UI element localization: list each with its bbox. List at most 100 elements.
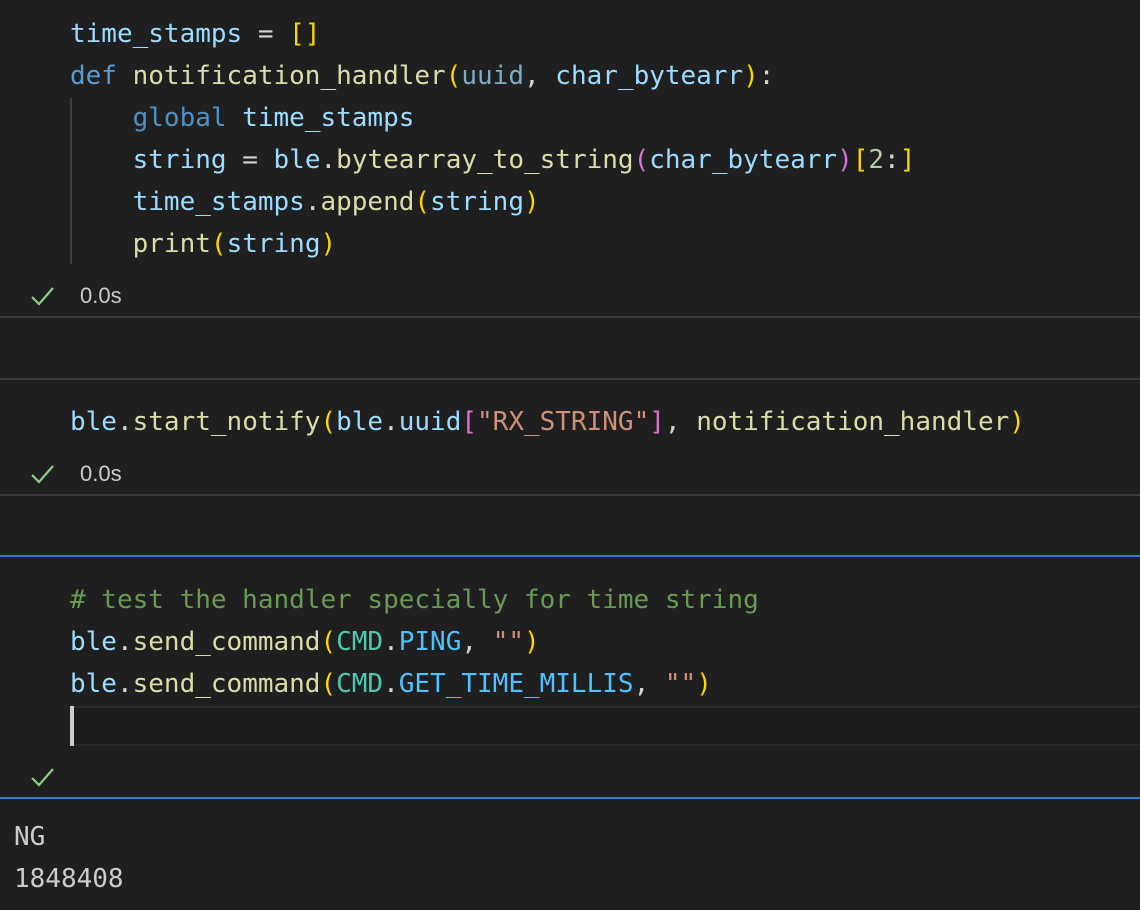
code-token: send_command [132, 669, 321, 699]
code-token: : [758, 61, 775, 91]
code-token: "RX_STRING" [477, 407, 650, 437]
code-token: : [884, 145, 900, 175]
code-token: 2 [868, 145, 885, 175]
code-line[interactable]: ble.send_command(CMD.GET_TIME_MILLIS, ""… [70, 664, 712, 704]
code-token: ( [320, 407, 337, 437]
code-token: ] [649, 407, 665, 437]
code-token: , [461, 627, 493, 657]
code-token: global [132, 103, 227, 133]
code-token: ble [70, 407, 117, 437]
code-token: "" [492, 627, 524, 657]
code-token: ) [837, 145, 853, 175]
code-token: bytearray_to_string [336, 145, 634, 175]
execution-time: 0.0s [80, 283, 122, 308]
code-token: print [132, 229, 211, 259]
cell-divider [0, 378, 1140, 380]
code-token: CMD [336, 627, 384, 657]
code-token: notification_handler [132, 61, 446, 91]
code-token: ( [320, 669, 337, 699]
code-token: ble [336, 407, 384, 437]
code-token: time_stamps [132, 187, 305, 217]
code-token: ) [743, 61, 759, 91]
code-line[interactable]: time_stamps.append(string) [70, 182, 540, 222]
code-token: string [430, 187, 524, 217]
code-token: ble [70, 669, 117, 699]
code-token: ( [445, 61, 462, 91]
code-token: = [226, 145, 274, 175]
code-token: time_stamps [242, 103, 415, 133]
code-token: append [320, 187, 415, 217]
code-line[interactable]: print(string) [70, 224, 337, 264]
focused-cell-border-top [0, 555, 1140, 557]
output-line: 1848408 [14, 864, 124, 894]
code-token: string [226, 229, 321, 259]
code-token: , [523, 61, 556, 91]
code-token: time_stamps [70, 19, 243, 49]
code-token: . [383, 669, 399, 699]
code-token: ) [696, 669, 712, 699]
code-token: char_bytearr [555, 61, 744, 91]
code-token: ( [633, 145, 650, 175]
focused-cell-border-bottom [0, 797, 1140, 799]
check-icon [31, 465, 54, 484]
code-line[interactable]: ble.send_command(CMD.PING, "") [70, 622, 540, 662]
code-token: ] [899, 145, 916, 175]
code-token: notification_handler [696, 407, 1010, 437]
code-token: ( [210, 229, 227, 259]
code-token: [ [852, 145, 869, 175]
code-token: . [116, 627, 133, 657]
code-token: ( [320, 627, 337, 657]
code-token: , [633, 669, 665, 699]
text-cursor [70, 706, 74, 746]
check-icon [31, 287, 54, 306]
code-token: ble [273, 145, 321, 175]
cell-divider [0, 494, 1140, 496]
code-token: [] [289, 19, 321, 49]
code-token: . [383, 407, 399, 437]
code-token: ble [70, 627, 117, 657]
code-token: start_notify [132, 407, 321, 437]
code-token: . [116, 407, 133, 437]
code-token: char_bytearr [649, 145, 838, 175]
code-line[interactable]: global time_stamps [70, 98, 415, 138]
code-token: ) [320, 229, 337, 259]
cell-status: 0.0s [28, 454, 122, 494]
code-token: . [116, 669, 133, 699]
code-token: send_command [132, 627, 321, 657]
code-line[interactable]: string = ble.bytearray_to_string(char_by… [70, 140, 916, 180]
code-token: CMD [336, 669, 384, 699]
code-token: . [320, 145, 337, 175]
code-token: . [304, 187, 321, 217]
code-token: ) [524, 627, 540, 657]
code-line[interactable]: ble.start_notify(ble.uuid["RX_STRING"], … [70, 402, 1025, 442]
code-token: , [664, 407, 697, 437]
code-token: uuid [461, 61, 524, 91]
cell-status [28, 757, 80, 797]
execution-time: 0.0s [80, 461, 122, 486]
code-token: string [132, 145, 227, 175]
code-token: "" [664, 669, 697, 699]
cell-divider [0, 316, 1140, 318]
code-token: ) [523, 187, 540, 217]
code-token: def [70, 61, 117, 91]
code-token: GET_TIME_MILLIS [398, 669, 634, 699]
code-token: . [383, 627, 399, 657]
code-token: PING [398, 627, 462, 657]
active-line-highlight[interactable] [70, 706, 1140, 746]
code-token: uuid [398, 407, 462, 437]
code-token: # test the handler specially for time st… [70, 585, 759, 615]
output-line: NG [14, 822, 46, 852]
code-token: [ [461, 407, 478, 437]
code-token: ) [1009, 407, 1025, 437]
code-line[interactable]: time_stamps = [] [70, 14, 320, 54]
code-token: = [242, 19, 290, 49]
code-line[interactable]: # test the handler specially for time st… [70, 580, 759, 620]
cell-status: 0.0s [28, 276, 122, 316]
code-line[interactable]: def notification_handler(uuid, char_byte… [70, 56, 774, 96]
